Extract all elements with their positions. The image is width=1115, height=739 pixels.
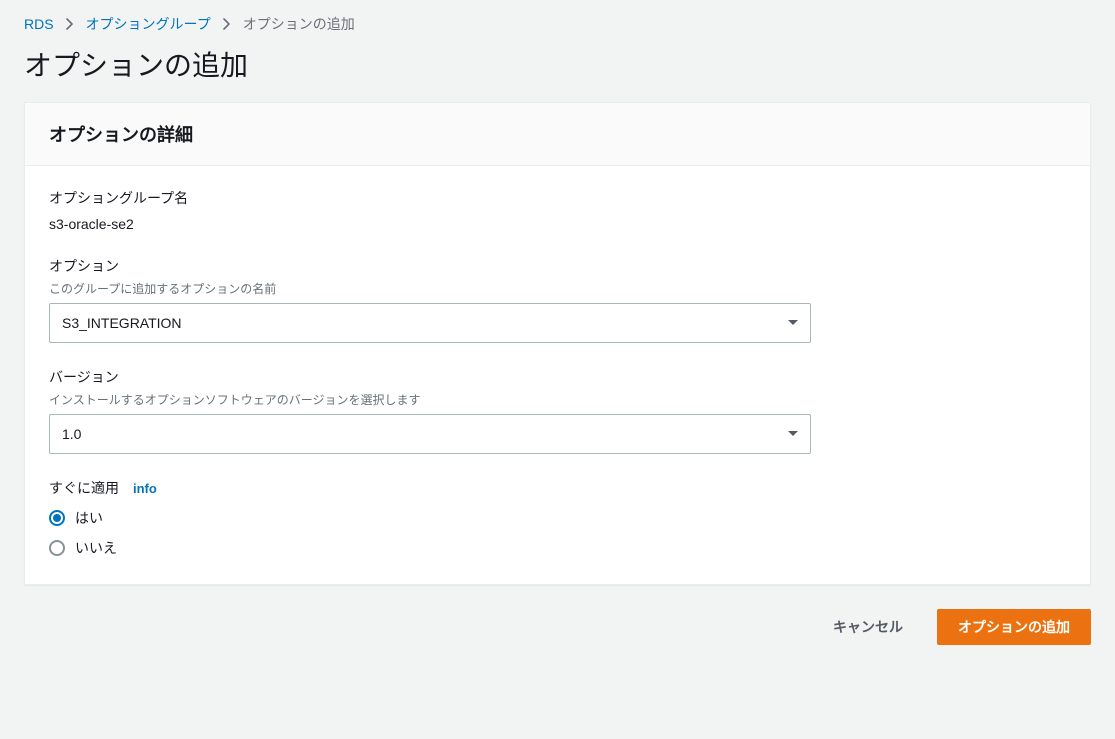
breadcrumb: RDS オプショングループ オプションの追加 [24, 14, 1091, 34]
version-label: バージョン [49, 367, 1066, 387]
breadcrumb-root-link[interactable]: RDS [24, 16, 54, 32]
option-select-value: S3_INTEGRATION [62, 315, 182, 331]
version-select[interactable]: 1.0 [49, 414, 811, 454]
version-select-value: 1.0 [62, 426, 81, 442]
radio-no-label: いいえ [75, 538, 117, 558]
radio-icon-selected [49, 510, 65, 526]
radio-yes-label: はい [75, 508, 103, 528]
option-label: オプション [49, 256, 1066, 276]
field-apply-immediately: すぐに適用 info はい いいえ [49, 478, 1066, 558]
form-actions: キャンセル オプションの追加 [24, 609, 1091, 645]
option-select[interactable]: S3_INTEGRATION [49, 303, 811, 343]
field-version: バージョン インストールするオプションソフトウェアのバージョンを選択します 1.… [49, 367, 1066, 454]
add-option-button[interactable]: オプションの追加 [937, 609, 1091, 645]
field-option: オプション このグループに追加するオプションの名前 S3_INTEGRATION [49, 256, 1066, 343]
group-name-value: s3-oracle-se2 [49, 216, 1066, 232]
field-group-name: オプショングループ名 s3-oracle-se2 [49, 188, 1066, 232]
apply-label: すぐに適用 [49, 478, 119, 498]
breadcrumb-group-link[interactable]: オプショングループ [86, 14, 211, 34]
version-hint: インストールするオプションソフトウェアのバージョンを選択します [49, 391, 1066, 408]
chevron-right-icon [66, 18, 74, 30]
cancel-button[interactable]: キャンセル [813, 609, 923, 645]
panel-header: オプションの詳細 [25, 103, 1090, 166]
radio-yes[interactable]: はい [49, 508, 1066, 528]
panel-title: オプションの詳細 [49, 121, 1066, 147]
chevron-right-icon [223, 18, 231, 30]
page-title: オプションの追加 [24, 44, 1091, 84]
group-name-label: オプショングループ名 [49, 188, 1066, 208]
radio-no[interactable]: いいえ [49, 538, 1066, 558]
option-hint: このグループに追加するオプションの名前 [49, 280, 1066, 297]
breadcrumb-current: オプションの追加 [243, 14, 355, 34]
apply-radio-group: はい いいえ [49, 508, 1066, 558]
info-link[interactable]: info [133, 481, 157, 496]
option-details-panel: オプションの詳細 オプショングループ名 s3-oracle-se2 オプション … [24, 102, 1091, 585]
radio-icon [49, 540, 65, 556]
